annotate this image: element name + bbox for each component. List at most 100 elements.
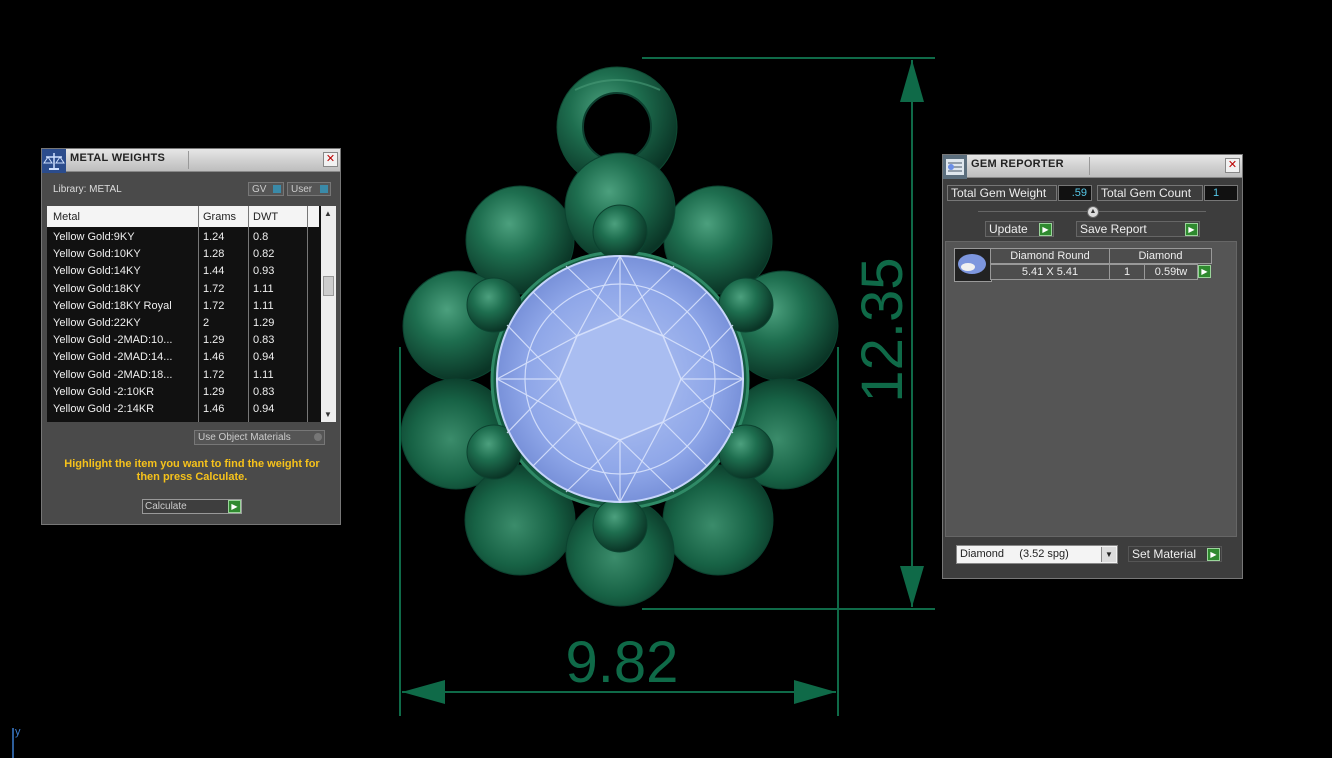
column-header-grams[interactable]: Grams [203,211,236,223]
gem-reporter-title: GEM REPORTER [971,158,1064,170]
pendant-model [400,66,839,607]
gem-reporter-close-button[interactable]: ✕ [1225,158,1240,173]
metal-cell: Yellow Gold:22KY [53,316,141,329]
gem-list[interactable]: Diamond Round Diamond 5.41 X 5.41 1 0.59… [945,241,1237,537]
scale-icon [42,149,66,173]
gem-report-icon [943,155,967,179]
metal-cell: Yellow Gold -2:10KR [53,385,155,398]
metal-table-rows: Yellow Gold:9KY 1.24 0.8 Yellow Gold:10KY 1.… [47,229,319,418]
calculate-dropdown[interactable]: Calculate ▶ [142,499,242,514]
column-header-dwt[interactable]: DWT [253,211,278,223]
save-report-play-icon: ▶ [1185,223,1198,236]
scroll-down-icon[interactable]: ▼ [324,410,332,419]
grams-cell: 1.46 [203,402,225,415]
metal-weights-close-button[interactable]: ✕ [323,152,338,167]
width-dimension-label: 9.82 [566,630,679,695]
update-button[interactable]: Update ▶ [985,221,1054,237]
metal-weights-panel: METAL WEIGHTS ✕ Library: METAL GV User M… [41,148,341,525]
metal-cell: Yellow Gold -2MAD:10... [53,334,173,347]
total-gem-count-value: 1 [1204,185,1238,201]
metal-table-scrollbar[interactable]: ▲ ▼ [321,206,336,422]
table-row[interactable]: Yellow Gold:14KY 1.44 0.93 [47,263,319,280]
y-axis-label: y [15,726,21,738]
gem-count-cell: 1 [1109,264,1145,280]
scroll-up-icon[interactable]: ▲ [324,209,332,218]
grams-cell: 1.72 [203,282,225,295]
metal-weights-title: METAL WEIGHTS [70,152,166,164]
table-row[interactable]: Yellow Gold:9KY 1.24 0.8 [47,229,319,246]
metal-cell: Yellow Gold -2:14KR [53,402,155,415]
dwt-cell: 0.94 [253,351,275,364]
library-label: Library: METAL [53,184,122,195]
table-row[interactable]: Yellow Gold -2MAD:18... 1.72 1.11 [47,367,319,384]
gem-material-cell: Diamond [1109,248,1212,264]
use-object-materials-toggle[interactable]: Use Object Materials [194,430,325,445]
calculate-play-icon[interactable]: ▶ [228,500,241,513]
table-row[interactable]: Yellow Gold -2:10KR 1.29 0.83 [47,384,319,401]
update-button-label: Update [989,222,1028,236]
set-material-button-label: Set Material [1132,547,1197,561]
dwt-cell: 0.83 [253,334,275,347]
metal-cell: Yellow Gold:14KY [53,265,141,278]
height-dimension-label: 12.35 [850,257,915,402]
table-row[interactable]: Yellow Gold:18KY Royal 1.72 1.11 [47,298,319,315]
dwt-cell: 0.94 [253,402,275,415]
update-play-icon: ▶ [1039,223,1052,236]
table-row[interactable]: Yellow Gold -2:14KR 1.46 0.94 [47,401,319,418]
splitter-knob-icon[interactable]: ▲ [1087,206,1099,218]
gem-reporter-panel: GEM REPORTER ✕ Total Gem Weight .59 Tota… [942,154,1243,579]
round-diamond [495,255,745,504]
metal-weights-titlebar[interactable]: METAL WEIGHTS ✕ [42,149,340,173]
table-row[interactable]: Yellow Gold:18KY 1.72 1.11 [47,281,319,298]
user-toggle[interactable]: User [287,182,331,196]
dwt-cell: 0.93 [253,265,275,278]
metal-cell: Yellow Gold -2MAD:14... [53,351,173,364]
total-gem-weight-value: .59 [1058,185,1092,201]
column-header-metal[interactable]: Metal [53,211,80,223]
chevron-down-icon[interactable]: ▼ [1101,547,1116,562]
grams-cell: 1.24 [203,231,225,243]
metal-table-header: Metal Grams DWT [47,206,319,227]
use-object-materials-label: Use Object Materials [198,432,291,443]
scrollbar-thumb[interactable] [323,276,334,296]
table-row[interactable]: Yellow Gold -2MAD:14... 1.46 0.94 [47,349,319,366]
material-select[interactable]: Diamond (3.52 spg) ▼ [956,545,1118,564]
save-report-button[interactable]: Save Report ▶ [1076,221,1200,237]
save-report-button-label: Save Report [1080,222,1147,236]
grams-cell: 1.29 [203,334,225,347]
grams-cell: 1.28 [203,248,225,261]
dwt-cell: 1.11 [253,368,274,381]
grams-cell: 1.72 [203,299,225,312]
metal-table[interactable]: Metal Grams DWT Yellow Gold:9KY 1.24 0.8 Ye… [47,206,336,422]
metal-cell: Yellow Gold:9KY [53,231,135,243]
gv-toggle-label: GV [252,184,267,195]
table-row[interactable]: Yellow Gold:22KY 2 1.29 [47,315,319,332]
set-material-button[interactable]: Set Material ▶ [1128,546,1222,562]
metal-cell: Yellow Gold:18KY [53,282,141,295]
calculate-label: Calculate [145,501,187,512]
grams-cell: 1.29 [203,385,225,398]
set-material-play-icon: ▶ [1207,548,1220,561]
dwt-cell: 1.29 [253,316,275,329]
gem-reporter-titlebar[interactable]: GEM REPORTER ✕ [943,155,1242,179]
material-select-value: Diamond (3.52 spg) [960,548,1069,560]
gem-weight-cell: 0.59tw [1144,264,1198,280]
user-toggle-label: User [291,184,313,195]
dwt-cell: 0.8 [253,231,269,243]
total-gem-weight-label: Total Gem Weight [947,185,1057,201]
grams-cell: 2 [203,316,210,329]
grams-cell: 1.44 [203,265,225,278]
dwt-cell: 1.11 [253,282,274,295]
table-row[interactable]: Yellow Gold:10KY 1.28 0.82 [47,246,319,263]
metal-cell: Yellow Gold -2MAD:18... [53,368,173,381]
gem-row-play-icon[interactable]: ▶ [1198,265,1211,278]
instruction-text: Highlight the item you want to find the … [64,458,320,483]
table-row[interactable]: Yellow Gold -2MAD:10... 1.29 0.83 [47,332,319,349]
dwt-cell: 0.82 [253,248,275,261]
dwt-cell: 1.11 [253,299,274,312]
metal-cell: Yellow Gold:18KY Royal [53,299,172,312]
gv-toggle[interactable]: GV [248,182,284,196]
grams-cell: 1.72 [203,368,225,381]
axis-indicator: y [12,726,21,758]
grams-cell: 1.46 [203,351,225,364]
